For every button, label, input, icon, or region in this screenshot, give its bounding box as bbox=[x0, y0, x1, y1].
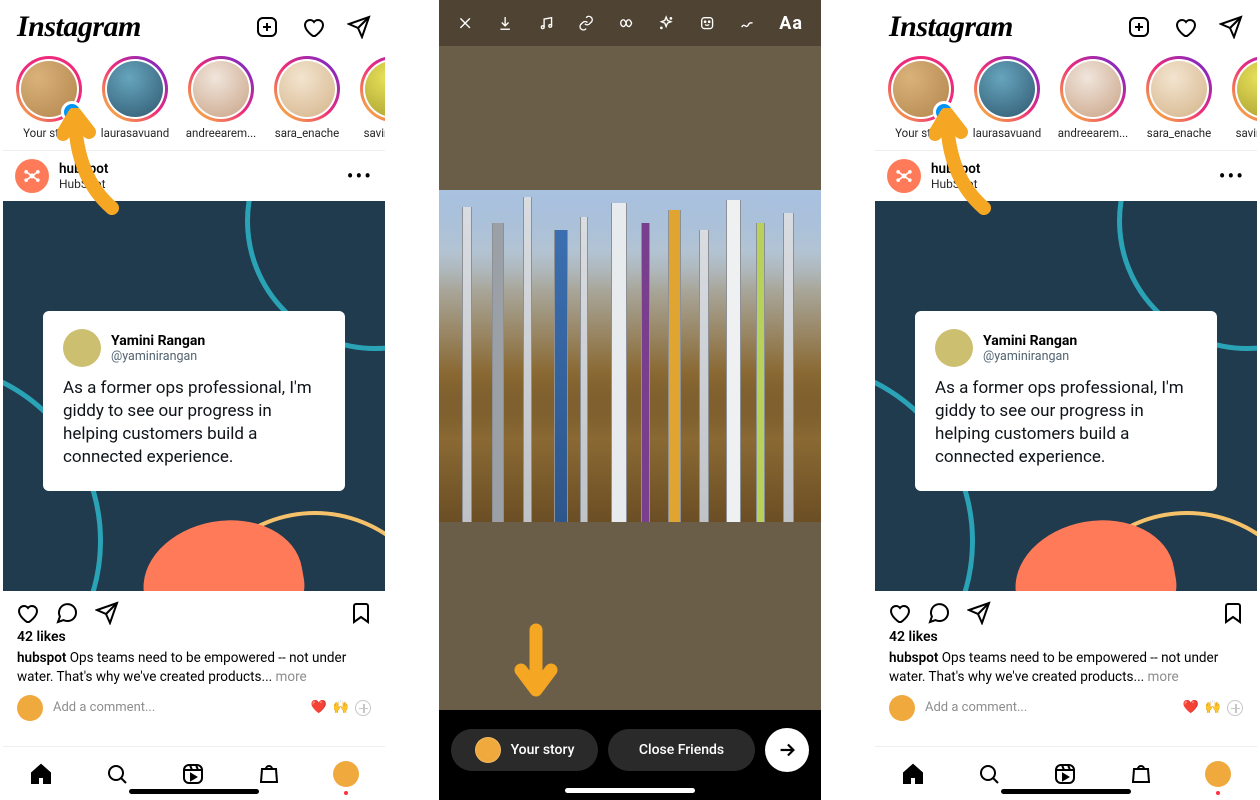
post-image[interactable]: Yamini Rangan @yaminirangan As a former … bbox=[3, 201, 385, 591]
nav-reels-icon[interactable] bbox=[181, 762, 205, 786]
activity-heart-icon[interactable] bbox=[301, 15, 325, 39]
tweet-avatar bbox=[935, 329, 973, 367]
top-bar: Instagram bbox=[875, 0, 1257, 50]
add-comment-row[interactable]: Add a comment... ❤️🙌 bbox=[3, 689, 385, 723]
sticker-icon[interactable] bbox=[699, 11, 715, 35]
post-actions bbox=[3, 591, 385, 629]
nav-home-icon[interactable] bbox=[29, 762, 53, 786]
create-icon[interactable] bbox=[255, 15, 279, 39]
feed-panel-1: Instagram + Your story laurasavuand andr… bbox=[3, 0, 385, 800]
embedded-tweet: Yamini Rangan @yaminirangan As a former … bbox=[43, 311, 345, 491]
story-item[interactable]: savinadrian bbox=[357, 56, 385, 140]
share-close-friends-button[interactable]: Close Friends bbox=[608, 729, 755, 771]
nav-profile-avatar[interactable] bbox=[1205, 761, 1231, 787]
create-icon[interactable] bbox=[1127, 15, 1151, 39]
nav-shop-icon[interactable] bbox=[257, 762, 281, 786]
post-header[interactable]: hubspot HubSpot ••• bbox=[3, 151, 385, 201]
link-icon[interactable] bbox=[578, 11, 594, 35]
home-indicator bbox=[129, 789, 259, 794]
story-item[interactable]: savinadrian bbox=[1229, 56, 1257, 140]
tweet-avatar bbox=[63, 329, 101, 367]
story-item[interactable]: laurasavuand bbox=[99, 56, 171, 140]
add-story-badge[interactable]: + bbox=[61, 101, 83, 123]
post-actions bbox=[875, 591, 1257, 629]
nav-shop-icon[interactable] bbox=[1129, 762, 1153, 786]
my-avatar-mini bbox=[889, 695, 915, 721]
post-author-avatar[interactable] bbox=[15, 159, 49, 193]
stories-tray[interactable]: + Your story laurasavuand andreearem... … bbox=[875, 50, 1257, 146]
my-avatar-mini bbox=[17, 695, 43, 721]
quick-reacts[interactable]: ❤️🙌 bbox=[1183, 700, 1243, 716]
bookmark-icon[interactable] bbox=[1221, 601, 1245, 625]
post-author[interactable]: hubspot HubSpot bbox=[931, 161, 980, 191]
feed-panel-2: Instagram + Your story laurasavuand andr… bbox=[875, 0, 1257, 800]
story-media-preview[interactable] bbox=[439, 190, 821, 522]
share-your-story-button[interactable]: Your story bbox=[451, 729, 598, 771]
nav-home-icon[interactable] bbox=[901, 762, 925, 786]
story-item[interactable]: andreearem... bbox=[1057, 56, 1129, 140]
close-icon[interactable] bbox=[457, 11, 473, 35]
add-comment-placeholder[interactable]: Add a comment... bbox=[925, 700, 1027, 715]
post-caption[interactable]: hubspot Ops teams need to be empowered -… bbox=[3, 645, 385, 689]
app-logo[interactable]: Instagram bbox=[17, 10, 141, 44]
post-caption[interactable]: hubspot Ops teams need to be empowered -… bbox=[875, 645, 1257, 689]
share-icon[interactable] bbox=[967, 601, 991, 625]
post-image[interactable]: Yamini Rangan @yaminirangan As a former … bbox=[875, 201, 1257, 591]
like-icon[interactable] bbox=[887, 601, 911, 625]
post-author-avatar[interactable] bbox=[887, 159, 921, 193]
top-actions bbox=[1127, 15, 1243, 39]
app-logo[interactable]: Instagram bbox=[889, 10, 1013, 44]
story-item[interactable]: andreearem... bbox=[185, 56, 257, 140]
my-avatar-mini bbox=[475, 737, 501, 763]
comment-icon[interactable] bbox=[927, 601, 951, 625]
effects-icon[interactable] bbox=[658, 11, 674, 35]
post-header[interactable]: hubspot HubSpot ••• bbox=[875, 151, 1257, 201]
bookmark-icon[interactable] bbox=[349, 601, 373, 625]
dm-send-icon[interactable] bbox=[1219, 15, 1243, 39]
like-icon[interactable] bbox=[15, 601, 39, 625]
post-author[interactable]: hubspot HubSpot bbox=[59, 161, 108, 191]
story-your-story[interactable]: + Your story bbox=[13, 56, 85, 140]
top-actions bbox=[255, 15, 371, 39]
likes-count[interactable]: 42 likes bbox=[875, 629, 1257, 645]
add-comment-row[interactable]: Add a comment... ❤️🙌 bbox=[875, 689, 1257, 723]
post-more-icon[interactable]: ••• bbox=[347, 164, 373, 188]
home-indicator bbox=[1001, 789, 1131, 794]
story-editor-panel: Aa Your story bbox=[439, 0, 821, 800]
story-item[interactable]: sara_enache bbox=[1143, 56, 1215, 140]
text-tool[interactable]: Aa bbox=[779, 11, 803, 35]
stories-tray[interactable]: + Your story laurasavuand andreearem... … bbox=[3, 50, 385, 146]
draw-icon[interactable] bbox=[739, 11, 755, 35]
editor-toolbar: Aa bbox=[439, 0, 821, 46]
add-story-badge[interactable]: + bbox=[933, 101, 955, 123]
more-reacts-icon[interactable] bbox=[1227, 700, 1243, 716]
nav-profile-avatar[interactable] bbox=[333, 761, 359, 787]
next-button[interactable] bbox=[765, 728, 809, 772]
activity-heart-icon[interactable] bbox=[1173, 15, 1197, 39]
share-row: Your story Close Friends bbox=[439, 724, 821, 776]
nav-reels-icon[interactable] bbox=[1053, 762, 1077, 786]
nav-search-icon[interactable] bbox=[977, 762, 1001, 786]
add-comment-placeholder[interactable]: Add a comment... bbox=[53, 700, 155, 715]
top-bar: Instagram bbox=[3, 0, 385, 50]
post-more-icon[interactable]: ••• bbox=[1219, 164, 1245, 188]
download-icon[interactable] bbox=[497, 11, 513, 35]
story-item[interactable]: laurasavuand bbox=[971, 56, 1043, 140]
annotation-arrow bbox=[511, 622, 561, 702]
likes-count[interactable]: 42 likes bbox=[3, 629, 385, 645]
more-reacts-icon[interactable] bbox=[355, 700, 371, 716]
nav-search-icon[interactable] bbox=[105, 762, 129, 786]
story-your-story[interactable]: + Your story bbox=[885, 56, 957, 140]
comment-icon[interactable] bbox=[55, 601, 79, 625]
home-indicator bbox=[565, 788, 695, 793]
music-icon[interactable] bbox=[538, 11, 554, 35]
dm-send-icon[interactable] bbox=[347, 15, 371, 39]
boomerang-icon[interactable] bbox=[618, 11, 634, 35]
embedded-tweet: Yamini Rangan @yaminirangan As a former … bbox=[915, 311, 1217, 491]
quick-reacts[interactable]: ❤️🙌 bbox=[311, 700, 371, 716]
share-icon[interactable] bbox=[95, 601, 119, 625]
story-item[interactable]: sara_enache bbox=[271, 56, 343, 140]
